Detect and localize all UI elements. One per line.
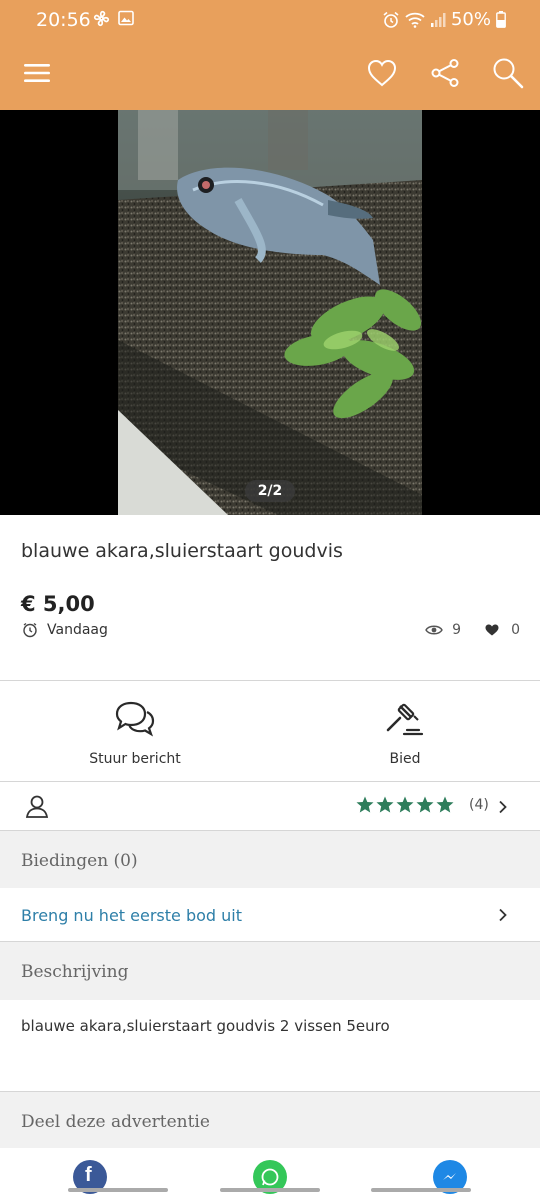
nav-recents-button[interactable]: [68, 1188, 168, 1192]
image-gallery[interactable]: 2/2: [0, 110, 540, 515]
view-count: 9: [452, 622, 462, 638]
clock-icon: [23, 622, 37, 638]
chat-bubbles-icon: [115, 701, 155, 737]
description-heading: Beschrijving: [21, 962, 129, 982]
review-count: (4): [469, 797, 489, 813]
search-icon: [493, 58, 524, 89]
bid-label: Bied: [389, 751, 421, 767]
fan-icon: [93, 10, 110, 27]
favorite-button[interactable]: [364, 55, 400, 91]
nav-back-button[interactable]: [371, 1188, 471, 1192]
seller-row[interactable]: (4): [0, 782, 540, 830]
gavel-icon: [386, 703, 424, 736]
heart-outline-icon: [367, 59, 397, 87]
status-bar: 20:56 50%: [0, 0, 540, 36]
description-text: blauwe akara,sluierstaart goudvis 2 viss…: [21, 1017, 390, 1035]
listing-title: blauwe akara,sluierstaart goudvis: [21, 540, 343, 562]
listing-stats: 9 0: [425, 622, 520, 638]
hamburger-menu-icon: [24, 64, 50, 82]
listing-date-text: Vandaag: [47, 622, 108, 638]
bids-section-header: Biedingen (0): [0, 831, 540, 889]
status-time: 20:56: [36, 9, 91, 31]
divider: [0, 680, 540, 681]
send-message-label: Stuur bericht: [89, 751, 181, 767]
app-bar: [0, 36, 540, 110]
heart-icon: [485, 624, 499, 636]
listing-price: € 5,00: [21, 592, 95, 616]
wifi-icon: [405, 12, 425, 28]
listing-photo[interactable]: [118, 110, 422, 515]
status-left-icons: [93, 10, 134, 27]
search-button[interactable]: [490, 55, 526, 91]
star-icon: [396, 796, 414, 813]
send-message-button[interactable]: Stuur bericht: [0, 695, 270, 775]
nav-home-button[interactable]: [220, 1188, 320, 1192]
place-first-bid-link[interactable]: Breng nu het eerste bod uit: [0, 888, 540, 942]
listing-date: Vandaag: [22, 622, 108, 638]
star-icon: [416, 796, 434, 813]
fish-tank-illustration: [118, 110, 422, 515]
eye-icon: [425, 625, 443, 635]
battery-percent: 50%: [450, 9, 491, 30]
status-right: 50%: [382, 9, 506, 30]
user-icon: [25, 795, 49, 818]
share-button[interactable]: [427, 55, 463, 91]
star-icon: [356, 796, 374, 813]
favorite-count: 0: [511, 622, 520, 638]
star-icon: [376, 796, 394, 813]
place-first-bid-text: Breng nu het eerste bod uit: [21, 906, 242, 925]
description-section-header: Beschrijving: [0, 942, 540, 1000]
bid-button[interactable]: Bied: [270, 695, 540, 775]
share-icon: [431, 59, 459, 87]
image-counter: 2/2: [245, 480, 295, 502]
chevron-right-icon: [499, 908, 507, 922]
system-nav-bar: [0, 1168, 540, 1200]
alarm-icon: [383, 11, 399, 28]
signal-icon: [430, 12, 446, 27]
bids-heading: Biedingen (0): [21, 851, 138, 871]
star-icon: [436, 796, 454, 813]
gallery-icon: [118, 10, 134, 26]
share-heading: Deel deze advertentie: [21, 1112, 210, 1132]
battery-icon: [496, 11, 506, 28]
menu-button[interactable]: [19, 55, 55, 91]
share-section-header: Deel deze advertentie: [0, 1092, 540, 1148]
chevron-right-icon: [499, 800, 507, 814]
seller-rating: [356, 796, 454, 813]
